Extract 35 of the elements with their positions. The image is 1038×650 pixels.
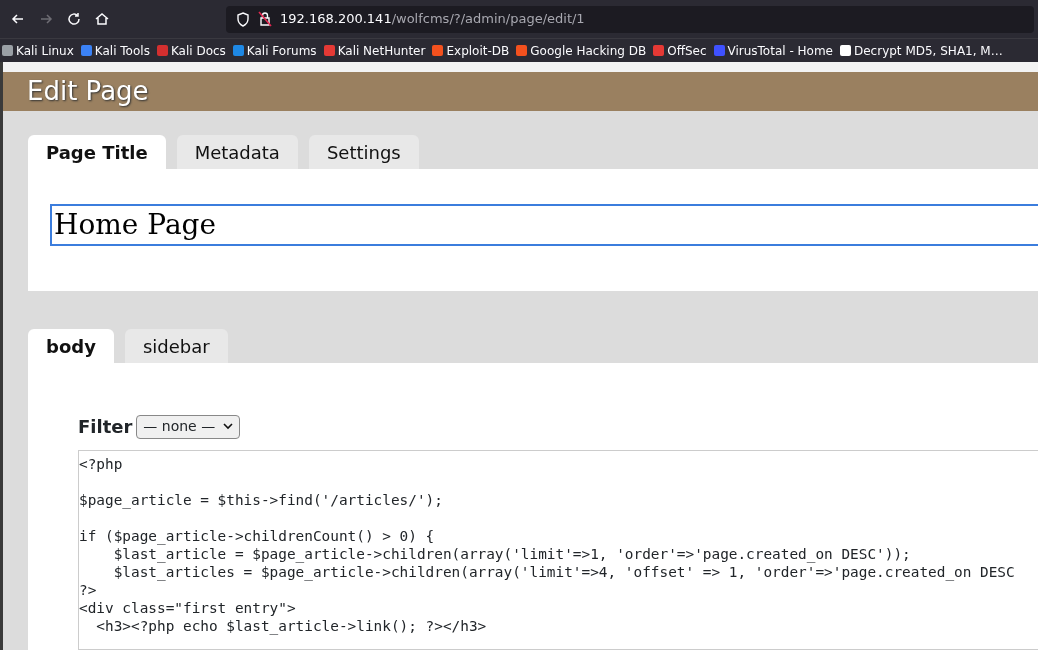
filter-label: Filter [78,415,133,439]
bookmark-link[interactable]: Kali Tools [80,41,150,60]
code-line: if ($page_article->childrenCount() > 0) { [79,527,436,545]
home-icon [94,11,110,27]
title-field[interactable]: Home Page [50,204,1038,246]
shield-icon [236,11,250,27]
bookmark-link[interactable]: VirusTotal - Home [713,41,833,60]
tab[interactable]: sidebar [124,329,228,363]
code-line: <?php [79,455,124,473]
url-text: 192.168.200.141/wolfcms/?/admin/page/edit/1 [280,10,585,29]
bookmark-link[interactable]: Kali NetHunter [323,41,426,60]
code-line: <div class="first entry"> [79,599,297,617]
code-line: $last_articles = $page_article->children(array('limit'=>4, 'offset' => 1, 'order'=>'page.created_on DESC [112,563,1016,581]
bookmark-link[interactable]: Google Hacking DB [516,41,647,60]
bookmark-link[interactable]: Kali Forums [232,41,317,60]
bookmark-link[interactable]: Decrypt MD5, SHA1, M… [840,41,1003,60]
code-line: $last_article = $page_article->children(array('limit'=>1, 'order'=>'page.created_on DESC')); [112,545,912,563]
tab[interactable]: Settings [308,135,419,169]
code-line: ?> [79,581,98,599]
url-field[interactable]: 192.168.200.141/wolfcms/?/admin/page/edit/1 [226,5,1034,33]
bookmark-link[interactable]: Exploit-DB [432,41,510,60]
bookmark-link[interactable]: Kali Docs [156,41,226,60]
filter-select[interactable]: — none — [136,414,241,439]
reload-icon [66,11,82,27]
tab[interactable]: Page Title [28,135,166,169]
insecure-lock-icon [258,11,272,27]
code-line: $page_article = $this->find('/articles/'); [79,491,444,509]
page-header: Edit Page [3,72,1038,111]
code-line: <h3><?php echo $last_article->link(); ?></h3> [95,617,488,635]
bookmark-link[interactable]: OffSec [653,41,707,60]
code-editor[interactable] [78,450,1038,650]
caret-icon [223,423,234,430]
tab[interactable]: body [28,329,114,363]
bookmark-link[interactable]: Kali Linux [2,41,74,60]
tab[interactable]: Metadata [176,135,298,169]
